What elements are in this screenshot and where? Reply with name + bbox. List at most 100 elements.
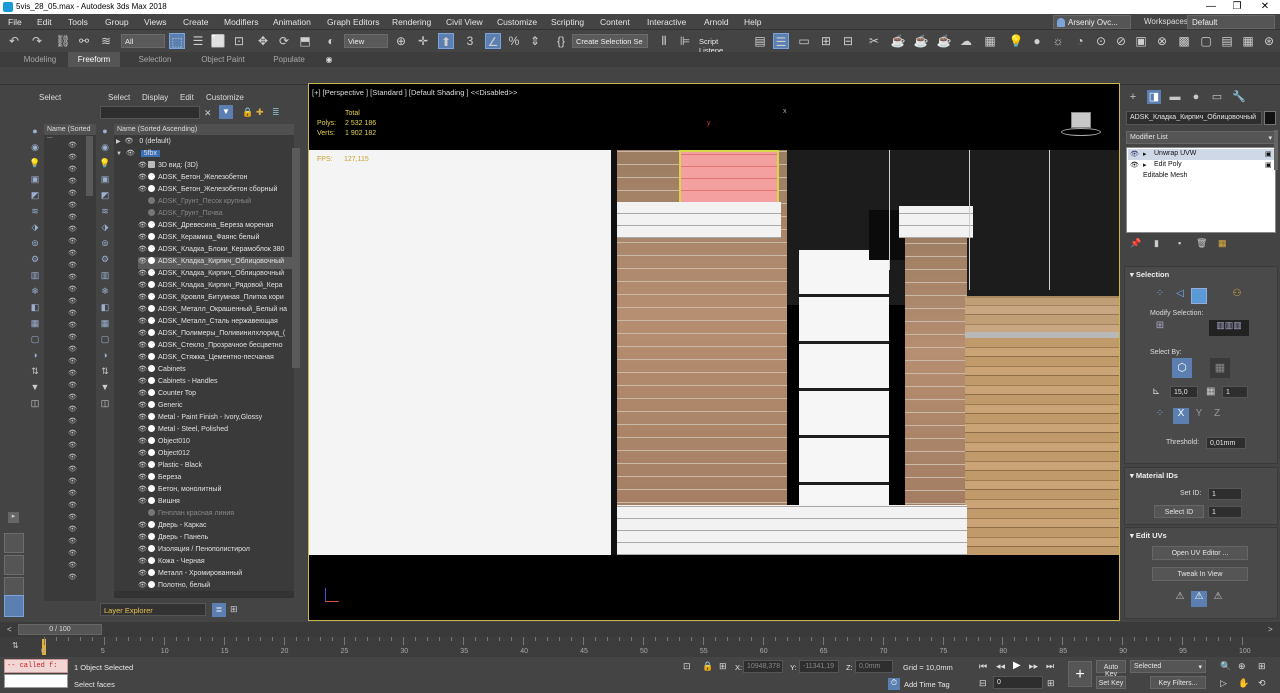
menu-arnold[interactable]: Arnold: [704, 17, 729, 27]
list-item[interactable]: 👁 ADSK_Полимеры_Поливинилхлорид_(: [138, 329, 292, 341]
list-item[interactable]: 👁 Cabinets - Handles: [138, 377, 292, 389]
isolate-selection-icon[interactable]: ⊡: [683, 661, 691, 672]
ribbon-options-icon[interactable]: ◉: [322, 52, 336, 67]
explorer2-menu-edit[interactable]: Edit: [180, 93, 194, 102]
list-item[interactable]: 👁 Object012: [138, 449, 292, 461]
display-invert-icon[interactable]: ◑: [28, 350, 42, 360]
auto-key-button[interactable]: Auto Key: [1096, 660, 1126, 678]
explorer2-invert-icon[interactable]: ◑: [98, 350, 112, 360]
explorer2-cameras-icon[interactable]: ▣: [98, 174, 112, 184]
scene-explorer-icon[interactable]: ▤: [752, 33, 768, 49]
remove-modifier-icon[interactable]: 🗑: [1196, 238, 1207, 249]
configure-modifier-sets-icon[interactable]: ▦: [1218, 238, 1227, 249]
menu-animation[interactable]: Animation: [273, 17, 311, 27]
display-shapes-icon[interactable]: ◉: [28, 142, 42, 152]
arnold-volume-icon[interactable]: ▢: [1198, 33, 1214, 49]
explorer2-xrefs-icon[interactable]: ⊚: [98, 238, 112, 248]
modifier-list-dropdown[interactable]: Modifier List ▾: [1126, 131, 1276, 144]
object-name-field[interactable]: ADSK_Кладка_Кирпич_Облицовочный: [1126, 111, 1262, 125]
arnold-operators-icon[interactable]: ⊗: [1154, 33, 1170, 49]
list-item[interactable]: 👁 Вишня: [138, 497, 292, 509]
element-mode-icon[interactable]: ⚇: [1229, 288, 1245, 304]
list-item[interactable]: 👁 ADSK_Бетон_Железобетон сборный: [138, 185, 292, 197]
pin-stack-icon[interactable]: 📌: [1130, 238, 1141, 249]
select-object-icon[interactable]: ⬚: [169, 33, 185, 49]
list-item[interactable]: 👁 ADSK_Стекло_Прозрачное бесцветно: [138, 341, 292, 353]
explorer-options-icon[interactable]: ◫: [28, 398, 42, 408]
render-production-icon[interactable]: ☕: [936, 33, 952, 49]
explorer-settings-icon[interactable]: ⊞: [230, 604, 238, 615]
selection-lock-icon[interactable]: 🔒: [702, 661, 713, 672]
time-slider-left-icon[interactable]: <: [7, 625, 12, 634]
explorer1-select-menu[interactable]: Select: [39, 93, 61, 102]
go-to-start-icon[interactable]: ⏮: [979, 661, 987, 672]
render-in-cloud-icon[interactable]: ☁: [958, 33, 974, 49]
motion-tab-icon[interactable]: ●: [1189, 90, 1203, 104]
redo-icon[interactable]: ↷: [29, 33, 45, 49]
list-item[interactable]: 👁 ADSK_Керамика_Фаянс белый: [138, 233, 292, 245]
display-hidden-icon[interactable]: ◧: [28, 302, 42, 312]
arnold-render-icon[interactable]: ☼: [1050, 33, 1066, 49]
list-item[interactable]: 👁 Бетон, монолитный: [138, 485, 292, 497]
list-item[interactable]: 👁 Object010: [138, 437, 292, 449]
filter-icon[interactable]: ▼: [28, 382, 42, 392]
explorer2-column-header[interactable]: Name (Sorted Ascending): [114, 124, 294, 135]
tweak-in-view-button[interactable]: Tweak In View: [1152, 567, 1248, 581]
explorer2-hscrollbar[interactable]: [114, 591, 294, 598]
display-xrefs-icon[interactable]: ⊚: [28, 238, 42, 248]
selection-rollout-title[interactable]: ▾ Selection: [1130, 270, 1169, 279]
layer-explorer-icon[interactable]: ☰: [773, 33, 789, 49]
a360-gallery-icon[interactable]: ▦: [982, 33, 998, 49]
list-item[interactable]: 👁 Generic: [138, 401, 292, 413]
y-axis-button[interactable]: Y: [1191, 408, 1207, 424]
display-tab-icon[interactable]: ▭: [1210, 90, 1224, 104]
go-to-end-icon[interactable]: ⏭: [1046, 661, 1054, 672]
modifier-pin-icon[interactable]: ▣: [1265, 150, 1272, 158]
angle-input[interactable]: 15,0: [1170, 386, 1198, 398]
tab-object-paint[interactable]: Object Paint: [192, 52, 254, 67]
explorer2-containers-icon[interactable]: ▥: [98, 270, 112, 280]
list-item[interactable]: 👁 Counter Top: [138, 389, 292, 401]
explorer2-filter-icon[interactable]: ▼: [219, 105, 233, 119]
menu-tools[interactable]: Tools: [68, 17, 88, 27]
select-by-material-icon[interactable]: ▦: [1210, 358, 1230, 378]
z-axis-button[interactable]: Z: [1209, 408, 1225, 424]
script-listener-field[interactable]: Script Listene: [695, 34, 745, 55]
spinner-snap-icon[interactable]: ⇕: [527, 33, 543, 49]
undo-icon[interactable]: ↶: [6, 33, 22, 49]
object-color-swatch[interactable]: [1264, 111, 1276, 125]
explorer2-menu-display[interactable]: Display: [142, 93, 168, 102]
explorer1-scrollbar[interactable]: [86, 136, 93, 196]
key-filters-button[interactable]: Key Filters...: [1150, 676, 1206, 689]
explorer2-none-icon[interactable]: ▢: [98, 334, 112, 344]
display-helpers-icon[interactable]: ◩: [28, 190, 42, 200]
list-item[interactable]: 👁 ADSK_Бетон_Железобетон: [138, 173, 292, 185]
menu-file[interactable]: File: [8, 17, 22, 27]
list-item[interactable]: 👁 Кожа - Черная: [138, 557, 292, 569]
show-end-result-icon[interactable]: ▮: [1154, 238, 1159, 249]
explorer2-search-input[interactable]: [100, 106, 200, 119]
explorer2-menu-select[interactable]: Select: [108, 93, 130, 102]
key-selection-set-dropdown[interactable]: Selected ▾: [1130, 660, 1206, 673]
next-frame-icon[interactable]: ▸▸: [1029, 661, 1038, 672]
list-item[interactable]: 👁 Дверь - Панель: [138, 533, 292, 545]
explorer2-groups-icon[interactable]: ⬗: [98, 222, 112, 232]
render-setup-icon[interactable]: ☕: [890, 33, 906, 49]
layout-tab-1[interactable]: [4, 533, 24, 553]
explorer2-helpers-icon[interactable]: ◩: [98, 190, 112, 200]
create-tab-icon[interactable]: +: [1126, 90, 1140, 104]
list-item[interactable]: ADSK_Грунт_Почва: [138, 209, 292, 221]
x-coordinate-field[interactable]: 10948,378: [743, 660, 783, 673]
reference-coordinate-dropdown[interactable]: View: [344, 34, 388, 48]
toggle-ribbon-icon[interactable]: ▭: [796, 33, 812, 49]
explorer2-all-icon[interactable]: ▦: [98, 318, 112, 328]
select-id-button[interactable]: Select ID: [1154, 505, 1204, 518]
make-unique-icon[interactable]: ▪: [1178, 238, 1181, 248]
display-none-icon[interactable]: ▢: [28, 334, 42, 344]
named-selection-sets-dropdown[interactable]: Create Selection Se: [572, 34, 648, 48]
display-lights-icon[interactable]: 💡: [28, 158, 42, 168]
menu-help[interactable]: Help: [744, 17, 761, 27]
explorer-type-dropdown[interactable]: Layer Explorer: [100, 603, 206, 616]
perspective-viewport[interactable]: [+] [Perspective ] [Standard ] [Default …: [308, 83, 1120, 621]
tab-populate[interactable]: Populate: [262, 52, 316, 67]
